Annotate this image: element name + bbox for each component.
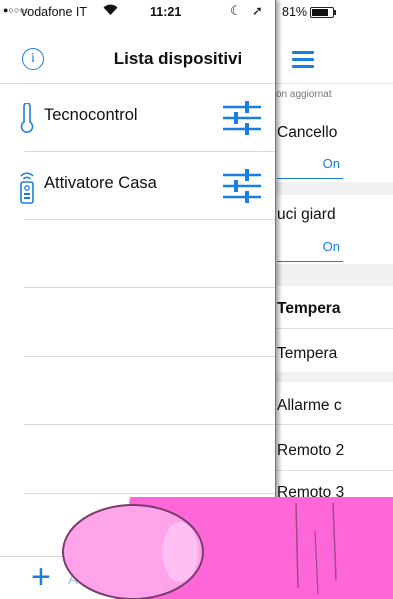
remote-icon bbox=[16, 171, 38, 204]
row-divider bbox=[272, 424, 393, 425]
clock: 11:21 bbox=[150, 5, 182, 19]
row-divider bbox=[24, 287, 276, 288]
carrier-name: vodafone IT bbox=[21, 5, 88, 19]
status-bar: ●○○○○ vodafone IT 11:21 ☾ ➚ bbox=[0, 2, 276, 22]
location-arrow-icon: ➚ bbox=[252, 3, 263, 18]
toggle-on-button[interactable]: On bbox=[277, 234, 343, 262]
device-list-panel: ●○○○○ vodafone IT 11:21 ☾ ➚ i Lista disp… bbox=[0, 0, 276, 599]
toolbar-partial-label[interactable]: A bbox=[68, 571, 78, 588]
item-label[interactable]: Allarme c bbox=[277, 397, 393, 415]
device-row-tecnocontrol[interactable]: Tecnocontrol bbox=[0, 84, 276, 152]
battery-percent: 81% bbox=[282, 5, 308, 19]
item-label: Cancello bbox=[277, 124, 338, 141]
moon-icon: ☾ bbox=[230, 3, 242, 18]
thermometer-icon bbox=[16, 102, 38, 133]
device-name: Tecnocontrol bbox=[44, 106, 138, 124]
item-label[interactable]: Remoto 3 bbox=[277, 484, 393, 502]
row-divider bbox=[24, 356, 276, 357]
toolbar-divider bbox=[0, 556, 276, 557]
status-bar-right: 81% bbox=[272, 2, 393, 22]
device-name: Attivatore Casa bbox=[44, 174, 157, 192]
page-title: Lista dispositivi bbox=[113, 49, 243, 68]
section-divider bbox=[272, 264, 393, 286]
wifi-icon bbox=[103, 3, 118, 19]
item-label: uci giard bbox=[277, 206, 336, 223]
item-label: Tempera bbox=[277, 300, 341, 317]
section-divider bbox=[272, 182, 393, 195]
toggle-on-button[interactable]: On bbox=[277, 151, 343, 179]
device-row-attivatore-casa[interactable]: Attivatore Casa bbox=[0, 152, 276, 220]
row-divider bbox=[24, 493, 276, 494]
settings-sliders-icon[interactable] bbox=[222, 100, 262, 136]
section-divider bbox=[272, 372, 393, 382]
row-divider bbox=[272, 328, 393, 329]
item-label[interactable]: Remoto 2 bbox=[277, 442, 393, 460]
update-status-text: on aggiornat bbox=[276, 89, 332, 100]
battery-icon bbox=[310, 7, 336, 18]
header-divider bbox=[272, 83, 393, 84]
device-detail-panel: 81% on aggiornat Cancello On uci giard O… bbox=[272, 0, 393, 599]
item-label[interactable]: Tempera bbox=[277, 345, 393, 363]
add-device-button[interactable]: + bbox=[31, 560, 51, 594]
row-divider bbox=[24, 219, 276, 220]
row-divider bbox=[272, 470, 393, 471]
settings-sliders-icon[interactable] bbox=[222, 168, 262, 204]
row-divider bbox=[24, 424, 276, 425]
